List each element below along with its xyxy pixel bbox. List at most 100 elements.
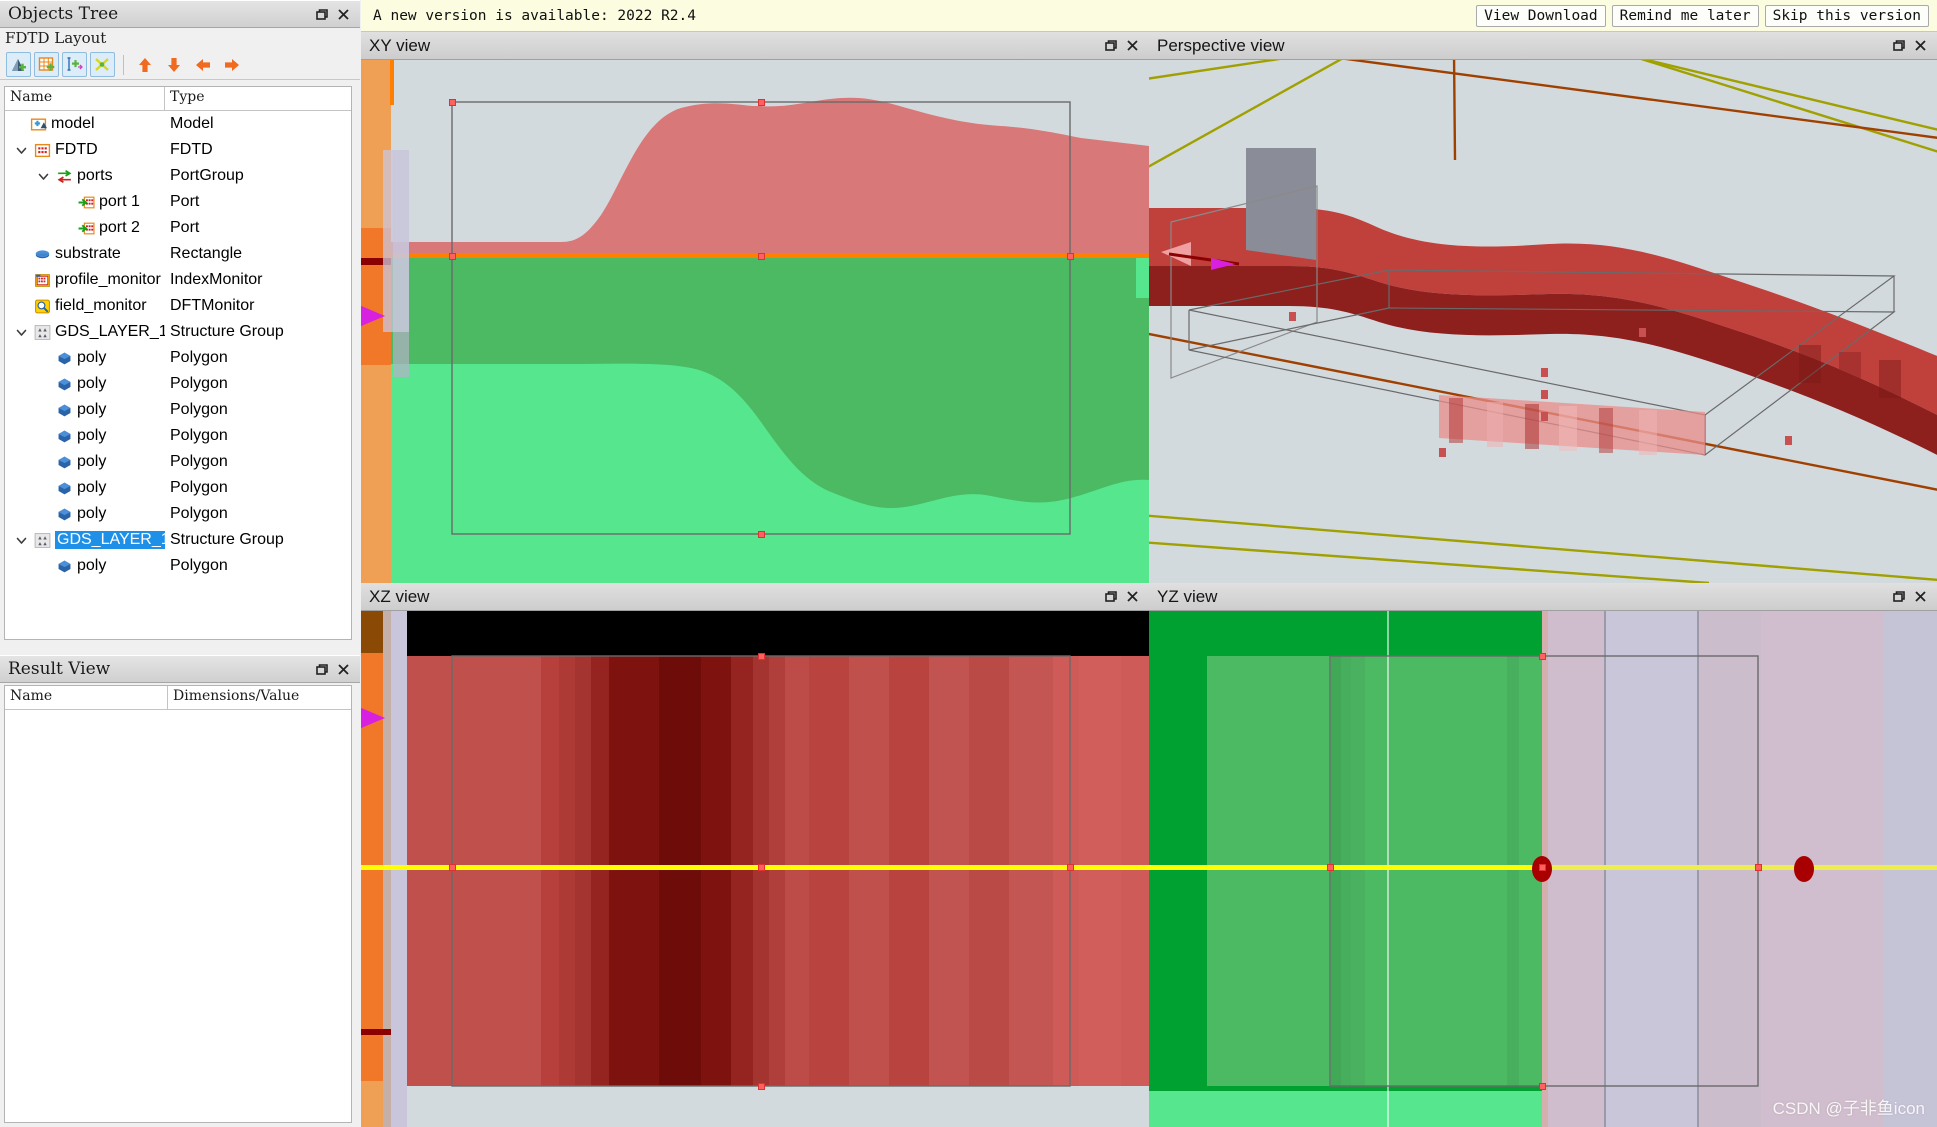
tree-row-name-cell: poly bbox=[5, 349, 165, 367]
move-up-arrow-icon[interactable] bbox=[132, 52, 158, 77]
perspective-view-panel: Perspective view bbox=[1149, 32, 1937, 583]
tree-row[interactable]: poly Polygon bbox=[5, 371, 351, 397]
tree-row[interactable]: profile_monitorIndexMonitor bbox=[5, 267, 351, 293]
close-icon[interactable] bbox=[332, 3, 354, 25]
tree-row[interactable]: polyPolygon bbox=[5, 449, 351, 475]
twisty-placeholder bbox=[35, 480, 51, 496]
perspective-view-canvas[interactable] bbox=[1149, 60, 1937, 583]
tree-row[interactable]: polyPolygon bbox=[5, 501, 351, 527]
twisty-placeholder bbox=[35, 428, 51, 444]
tree-row-name-cell: poly bbox=[5, 401, 165, 419]
view-download-button[interactable]: View Download bbox=[1476, 5, 1606, 27]
close-icon[interactable] bbox=[1909, 35, 1931, 57]
remind-me-later-button[interactable]: Remind me later bbox=[1612, 5, 1759, 27]
xz-view-canvas[interactable] bbox=[361, 611, 1149, 1127]
tree-row-type: Polygon bbox=[165, 479, 351, 497]
chevron-down-icon[interactable] bbox=[13, 324, 29, 340]
close-icon[interactable] bbox=[1909, 586, 1931, 608]
selection-handle[interactable] bbox=[1755, 864, 1762, 871]
tree-row[interactable]: substrateRectangle bbox=[5, 241, 351, 267]
selection-handle[interactable] bbox=[449, 864, 456, 871]
undock-icon[interactable] bbox=[310, 3, 332, 25]
xy-view-canvas[interactable] bbox=[361, 60, 1149, 583]
tree-row-type: Polygon bbox=[165, 427, 351, 445]
selection-handle[interactable] bbox=[758, 653, 765, 660]
polygon-icon bbox=[55, 557, 73, 575]
selection-handle[interactable] bbox=[758, 1083, 765, 1090]
tree-row-name-cell: GDS_LAYER_1:0 bbox=[5, 531, 165, 549]
undock-icon[interactable] bbox=[1099, 35, 1121, 57]
move-left-arrow-icon[interactable] bbox=[190, 52, 216, 77]
twisty-placeholder bbox=[57, 220, 73, 236]
chevron-down-icon[interactable] bbox=[13, 532, 29, 548]
selection-handle[interactable] bbox=[758, 531, 765, 538]
tree-row[interactable]: portsPortGroup bbox=[5, 163, 351, 189]
tree-row-type: FDTD bbox=[165, 141, 351, 159]
tree-row[interactable]: port 2Port bbox=[5, 215, 351, 241]
polygon-icon bbox=[55, 479, 73, 497]
tree-row[interactable]: polyPolygon bbox=[5, 397, 351, 423]
tree-row-label: poly bbox=[77, 479, 106, 497]
tree-row-label: port 1 bbox=[99, 193, 140, 211]
tree-row-type: Polygon bbox=[165, 401, 351, 419]
result-view-table[interactable]: Name Dimensions/Value bbox=[4, 685, 352, 1123]
layout-subheader: FDTD Layout bbox=[0, 28, 360, 50]
port-marker-dot[interactable] bbox=[1794, 856, 1814, 882]
close-icon[interactable] bbox=[1121, 586, 1143, 608]
tree-row[interactable]: GDS_LAYER_1:0Structure Group bbox=[5, 319, 351, 345]
tree-row[interactable]: polyPolygon bbox=[5, 423, 351, 449]
column-header-dimensions-value: Dimensions/Value bbox=[168, 686, 351, 709]
objects-tree-table[interactable]: Name Type modelModelFDTDFDTDportsPortGro… bbox=[4, 86, 352, 640]
add-structure-icon[interactable] bbox=[6, 52, 31, 77]
selection-handle[interactable] bbox=[758, 864, 765, 871]
tree-row-label: GDS_LAYER_1:0 bbox=[55, 531, 165, 549]
yz-view-canvas[interactable]: CSDN @子非鱼icon bbox=[1149, 611, 1937, 1127]
add-source-icon[interactable] bbox=[90, 52, 115, 77]
tree-row-type: Polygon bbox=[165, 453, 351, 471]
selection-handle[interactable] bbox=[1067, 864, 1074, 871]
tree-row-type: Model bbox=[165, 115, 351, 133]
tree-row[interactable]: GDS_LAYER_1:0Structure Group bbox=[5, 527, 351, 553]
add-mesh-icon[interactable] bbox=[34, 52, 59, 77]
chevron-down-icon[interactable] bbox=[35, 168, 51, 184]
selection-handle[interactable] bbox=[449, 253, 456, 260]
close-icon[interactable] bbox=[332, 658, 354, 680]
selection-handle[interactable] bbox=[758, 253, 765, 260]
selection-handle[interactable] bbox=[1327, 864, 1334, 871]
move-down-arrow-icon[interactable] bbox=[161, 52, 187, 77]
tree-row-type: Polygon bbox=[165, 375, 351, 393]
tree-row[interactable]: poly Polygon bbox=[5, 475, 351, 501]
xz-view-title: XZ view bbox=[369, 587, 1099, 607]
undock-icon[interactable] bbox=[1887, 35, 1909, 57]
selection-handle[interactable] bbox=[1067, 253, 1074, 260]
tree-row[interactable]: polyPolygon bbox=[5, 553, 351, 579]
selection-handle[interactable] bbox=[1539, 1083, 1546, 1090]
skip-this-version-button[interactable]: Skip this version bbox=[1765, 5, 1929, 27]
chevron-down-icon[interactable] bbox=[13, 142, 29, 158]
xz-view-titlebar: XZ view bbox=[361, 583, 1149, 611]
selection-handle[interactable] bbox=[758, 99, 765, 106]
undock-icon[interactable] bbox=[1099, 586, 1121, 608]
add-monitor-icon[interactable] bbox=[62, 52, 87, 77]
tree-row-name-cell: substrate bbox=[5, 245, 165, 263]
move-right-arrow-icon[interactable] bbox=[219, 52, 245, 77]
selection-handle[interactable] bbox=[449, 99, 456, 106]
tree-row-name-cell: GDS_LAYER_1:0 bbox=[5, 323, 165, 341]
twisty-placeholder bbox=[13, 272, 29, 288]
tree-row[interactable]: field_monitorDFTMonitor bbox=[5, 293, 351, 319]
twisty-placeholder bbox=[35, 506, 51, 522]
rectangle-icon bbox=[33, 245, 51, 263]
selection-handle[interactable] bbox=[1539, 653, 1546, 660]
undock-icon[interactable] bbox=[310, 658, 332, 680]
tree-row-label: poly bbox=[77, 375, 106, 393]
tree-row[interactable]: polyPolygon bbox=[5, 345, 351, 371]
tree-row[interactable]: port 1Port bbox=[5, 189, 351, 215]
selection-handle[interactable] bbox=[1539, 864, 1546, 871]
undock-icon[interactable] bbox=[1887, 586, 1909, 608]
tree-row[interactable]: FDTDFDTD bbox=[5, 137, 351, 163]
close-icon[interactable] bbox=[1121, 35, 1143, 57]
perspective-view-titlebar: Perspective view bbox=[1149, 32, 1937, 60]
tree-row[interactable]: modelModel bbox=[5, 111, 351, 137]
tree-row-type: DFTMonitor bbox=[165, 297, 351, 315]
column-header-type: Type bbox=[165, 87, 351, 110]
